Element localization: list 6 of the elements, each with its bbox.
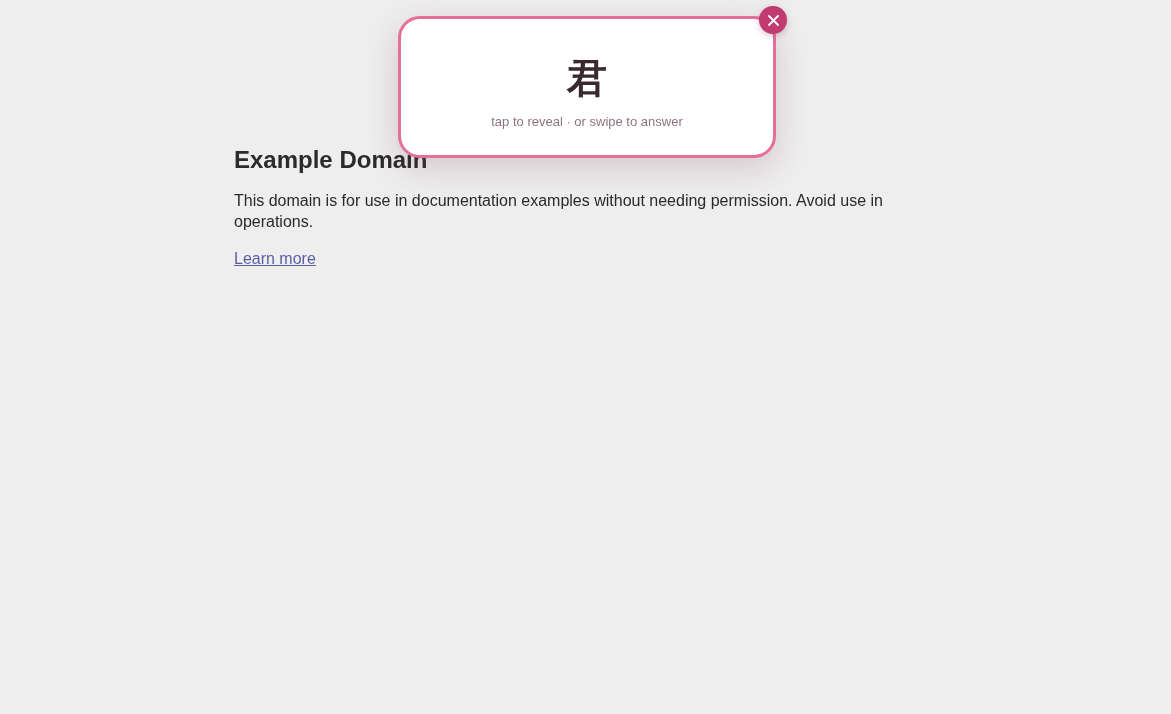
- flashcard-hint: tap to reveal · or swipe to answer: [491, 113, 683, 131]
- learn-more-link[interactable]: Learn more: [234, 248, 316, 269]
- flashcard-character: 君: [567, 54, 607, 102]
- close-button[interactable]: [759, 6, 787, 34]
- description-paragraph: This domain is for use in documentation examples without needing permission. Avoid use in operations.: [234, 191, 884, 232]
- close-icon: [767, 14, 779, 26]
